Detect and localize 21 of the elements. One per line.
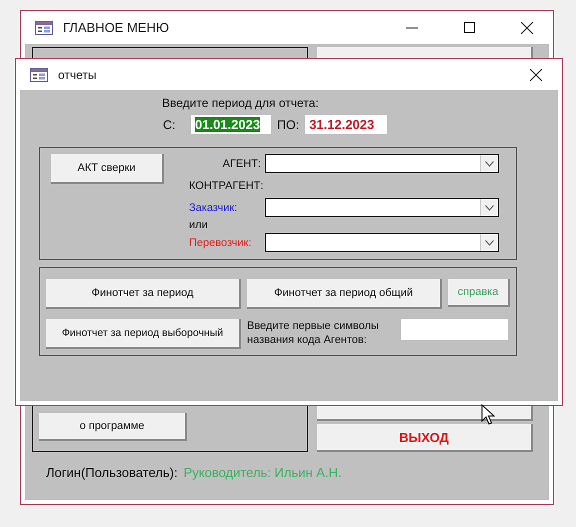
report-button[interactable]: Финотчет за период bbox=[46, 279, 241, 309]
date-field[interactable]: 01.01.2023 bbox=[191, 115, 271, 134]
date-field[interactable]: 31.12.2023 bbox=[305, 115, 388, 134]
date-label: ПО: bbox=[277, 118, 300, 132]
exit-button[interactable]: ВЫХОД bbox=[317, 424, 533, 452]
report-button[interactable]: Финотчет за период выборочный bbox=[46, 319, 241, 349]
agent-label: АГЕНТ: bbox=[222, 158, 262, 170]
or-label: или bbox=[189, 219, 209, 231]
login-label: Логин(Пользователь): bbox=[46, 465, 178, 480]
customer-label: Заказчик: bbox=[189, 202, 238, 214]
login-value: Руководитель: Ильин А.Н. bbox=[184, 465, 342, 480]
agent-code-label: Введите первые символы названия кода Агентов: bbox=[247, 319, 380, 347]
about-button[interactable]: о программе bbox=[39, 413, 187, 441]
window-title: ГЛАВНОЕ МЕНЮ bbox=[63, 20, 169, 35]
act-button[interactable]: АКТ сверки bbox=[51, 154, 164, 184]
period-prompt: Введите период для отчета: bbox=[161, 96, 320, 110]
counterparty-label: КОНТРАГЕНТ: bbox=[189, 180, 264, 192]
window-title: отчеты bbox=[58, 68, 97, 82]
report-button[interactable]: Финотчет за период общий bbox=[247, 279, 442, 309]
date-label: С: bbox=[163, 118, 176, 132]
carrier-label: Перевозчик: bbox=[189, 236, 252, 248]
